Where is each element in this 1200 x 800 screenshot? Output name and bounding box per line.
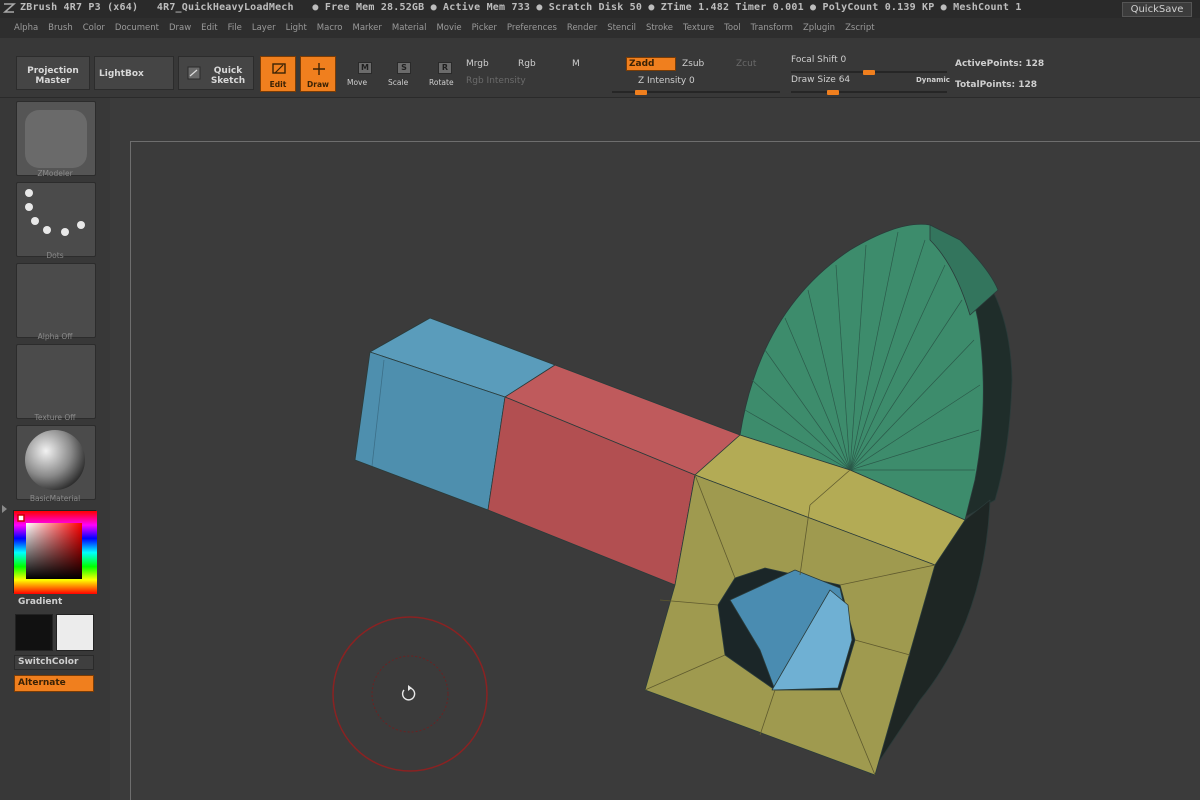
brush-cursor	[332, 616, 488, 772]
shelf-collapse-handle[interactable]	[2, 505, 7, 513]
material-label: BasicMaterial	[29, 494, 81, 503]
alternate-button[interactable]: Alternate	[14, 675, 94, 692]
mesh-3d-model[interactable]	[354, 223, 1013, 776]
secondary-color-swatch[interactable]	[56, 614, 94, 651]
brush-label: ZModeler	[37, 169, 73, 178]
alpha-label: Alpha Off	[37, 332, 73, 341]
stroke-thumbnail[interactable]	[16, 182, 96, 257]
switch-color-button[interactable]: SwitchColor	[14, 655, 94, 670]
dots-stroke-icon	[25, 189, 85, 236]
rotate-cursor-arrow	[408, 685, 412, 691]
brush-preview	[25, 110, 87, 168]
left-shelf: ZModeler Dots Alpha Off Texture Off Basi…	[0, 98, 110, 800]
texture-label: Texture Off	[34, 413, 76, 422]
color-picker[interactable]	[13, 510, 97, 594]
brush-thumbnail[interactable]	[16, 101, 96, 176]
texture-thumbnail[interactable]	[16, 344, 96, 419]
brush-cursor-inner-ring	[371, 655, 449, 733]
material-thumbnail[interactable]	[16, 425, 96, 500]
gradient-label[interactable]: Gradient	[18, 597, 62, 607]
color-picker-marker[interactable]	[17, 514, 25, 522]
main-color-swatch[interactable]	[15, 614, 53, 651]
material-sphere-icon	[25, 430, 85, 490]
stroke-label: Dots	[46, 251, 64, 260]
viewport-canvas[interactable]	[0, 0, 1200, 800]
alpha-thumbnail[interactable]	[16, 263, 96, 338]
brush-cursor-outer-ring	[332, 616, 488, 772]
